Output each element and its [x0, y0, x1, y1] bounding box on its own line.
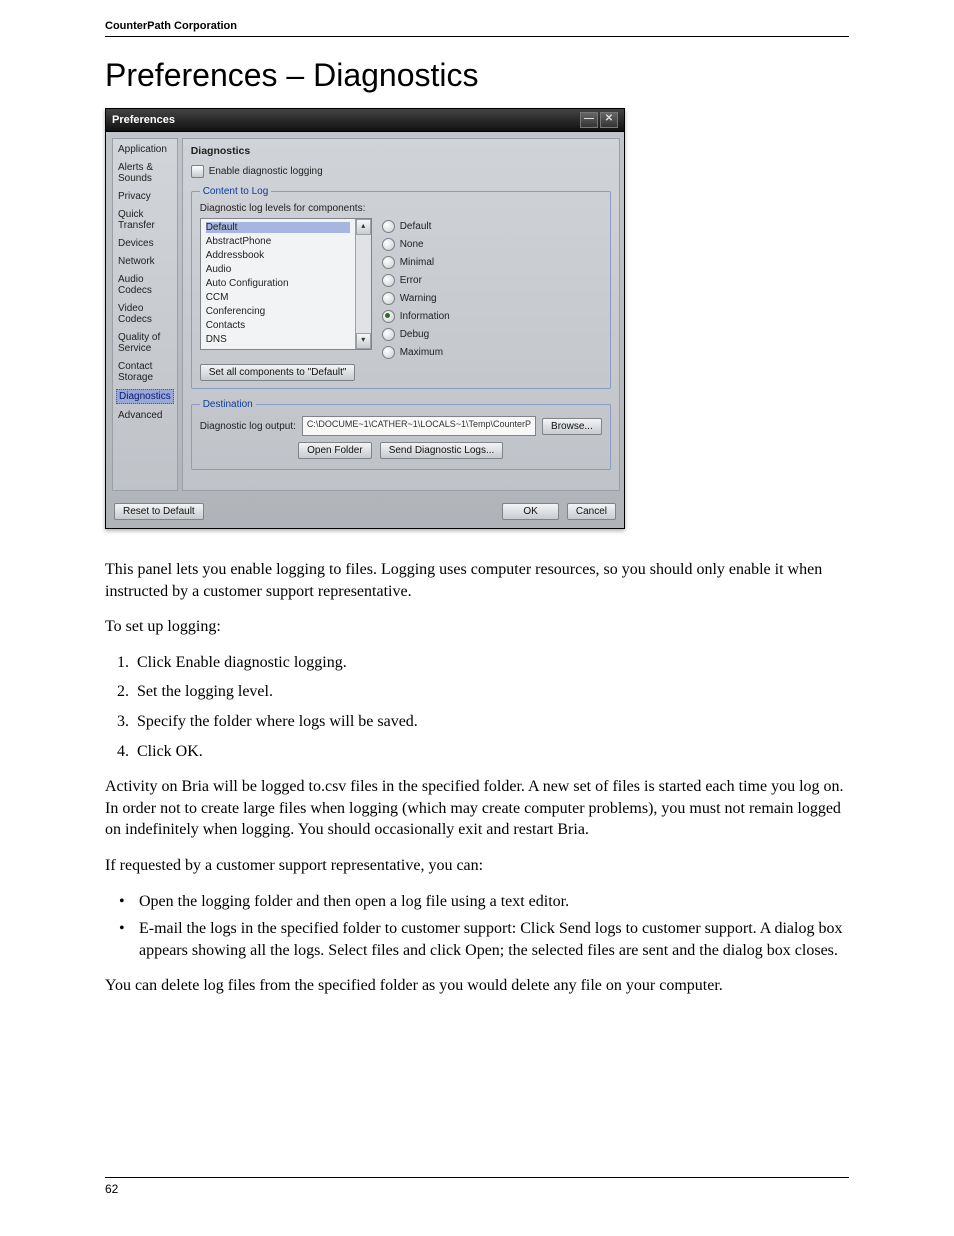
radio-icon	[382, 292, 395, 305]
log-level-radios: Default None Minimal Error Warning Informatio…	[382, 218, 450, 359]
log-level-maximum[interactable]: Maximum	[382, 346, 450, 359]
setup-steps-list: Click Enable diagnostic logging. Set the …	[105, 652, 849, 762]
scroll-up-icon[interactable]: ▴	[356, 219, 371, 235]
log-level-warning[interactable]: Warning	[382, 292, 450, 305]
sidebar-item-contact-storage[interactable]: Contact Storage	[116, 360, 174, 384]
page-title: Preferences – Diagnostics	[105, 57, 849, 94]
checkbox-icon	[191, 165, 204, 178]
doc-header: CounterPath Corporation	[105, 20, 849, 37]
component-item[interactable]: Default	[206, 222, 350, 233]
log-level-default[interactable]: Default	[382, 220, 450, 233]
log-level-label: Maximum	[400, 347, 443, 358]
browse-button[interactable]: Browse...	[542, 418, 602, 435]
log-level-label: Debug	[400, 329, 429, 340]
component-item[interactable]: Conferencing	[206, 306, 350, 317]
open-folder-button[interactable]: Open Folder	[298, 442, 372, 459]
scroll-down-icon[interactable]: ▾	[356, 333, 371, 349]
step-item: Click OK.	[133, 741, 849, 763]
bullet-item: E-mail the logs in the specified folder …	[117, 918, 849, 961]
bullet-item: Open the logging folder and then open a …	[117, 891, 849, 913]
enable-logging-label: Enable diagnostic logging	[209, 166, 323, 177]
sidebar-item-alerts-sounds[interactable]: Alerts & Sounds	[116, 161, 174, 185]
content-to-log-legend: Content to Log	[200, 186, 272, 197]
log-level-label: Error	[400, 275, 422, 286]
sidebar-item-network[interactable]: Network	[116, 255, 174, 268]
minimize-icon[interactable]: —	[580, 112, 598, 128]
dialog-footer: Reset to Default OK Cancel	[106, 497, 624, 528]
preferences-window: Preferences — ✕ Application Alerts & Soun…	[105, 108, 625, 529]
destination-legend: Destination	[200, 399, 256, 410]
close-icon[interactable]: ✕	[600, 112, 618, 128]
sidebar-item-devices[interactable]: Devices	[116, 237, 174, 250]
radio-icon	[382, 256, 395, 269]
component-item[interactable]: Addressbook	[206, 250, 350, 261]
component-item[interactable]: AbstractPhone	[206, 236, 350, 247]
log-level-error[interactable]: Error	[382, 274, 450, 287]
output-path-input[interactable]: C:\DOCUME~1\CATHER~1\LOCALS~1\Temp\Count…	[302, 416, 536, 436]
page-footer: 62	[105, 1177, 849, 1196]
support-bullets: Open the logging folder and then open a …	[105, 891, 849, 962]
window-titlebar: Preferences — ✕	[106, 109, 624, 132]
log-level-label: Information	[400, 311, 450, 322]
set-all-default-button[interactable]: Set all components to "Default"	[200, 364, 356, 381]
para-activity: Activity on Bria will be logged to.csv f…	[105, 776, 849, 841]
log-level-debug[interactable]: Debug	[382, 328, 450, 341]
para-support-heading: If requested by a customer support repre…	[105, 855, 849, 877]
destination-group: Destination Diagnostic log output: C:\DO…	[191, 399, 611, 470]
output-path-label: Diagnostic log output:	[200, 421, 296, 432]
step-item: Click Enable diagnostic logging.	[133, 652, 849, 674]
sidebar-item-quick-transfer[interactable]: Quick Transfer	[116, 208, 174, 232]
para-delete: You can delete log files from the specif…	[105, 975, 849, 997]
component-item[interactable]: Auto Configuration	[206, 278, 350, 289]
log-level-label: Warning	[400, 293, 437, 304]
preferences-sidebar: Application Alerts & Sounds Privacy Quick T…	[112, 138, 178, 491]
radio-icon	[382, 328, 395, 341]
window-title: Preferences	[112, 114, 175, 126]
components-listbox[interactable]: Default AbstractPhone Addressbook Audio Auto…	[200, 218, 372, 350]
para-setup-heading: To set up logging:	[105, 616, 849, 638]
send-logs-button[interactable]: Send Diagnostic Logs...	[380, 442, 504, 459]
levels-caption: Diagnostic log levels for components:	[200, 203, 602, 214]
page-number: 62	[105, 1182, 118, 1196]
component-item[interactable]: DNS	[206, 334, 350, 345]
sidebar-item-audio-codecs[interactable]: Audio Codecs	[116, 273, 174, 297]
ok-button[interactable]: OK	[502, 503, 558, 520]
panel-title: Diagnostics	[191, 145, 611, 157]
enable-logging-checkbox[interactable]: Enable diagnostic logging	[191, 165, 611, 178]
component-item[interactable]: Contacts	[206, 320, 350, 331]
listbox-scrollbar[interactable]: ▴ ▾	[355, 219, 371, 349]
log-level-label: None	[400, 239, 424, 250]
company-name: CounterPath Corporation	[105, 20, 237, 32]
reset-default-button[interactable]: Reset to Default	[114, 503, 204, 520]
sidebar-item-diagnostics[interactable]: Diagnostics	[116, 389, 174, 404]
sidebar-item-advanced[interactable]: Advanced	[116, 409, 174, 422]
log-level-label: Minimal	[400, 257, 434, 268]
radio-icon	[382, 310, 395, 323]
para-intro: This panel lets you enable logging to fi…	[105, 559, 849, 602]
cancel-button[interactable]: Cancel	[567, 503, 616, 520]
radio-icon	[382, 346, 395, 359]
radio-icon	[382, 274, 395, 287]
sidebar-item-privacy[interactable]: Privacy	[116, 190, 174, 203]
sidebar-item-video-codecs[interactable]: Video Codecs	[116, 302, 174, 326]
step-item: Set the logging level.	[133, 681, 849, 703]
radio-icon	[382, 220, 395, 233]
log-level-none[interactable]: None	[382, 238, 450, 251]
log-level-label: Default	[400, 221, 432, 232]
sidebar-item-quality-of-service[interactable]: Quality of Service	[116, 331, 174, 355]
sidebar-item-application[interactable]: Application	[116, 143, 174, 156]
component-item[interactable]: CCM	[206, 292, 350, 303]
radio-icon	[382, 238, 395, 251]
component-item[interactable]: Audio	[206, 264, 350, 275]
log-level-minimal[interactable]: Minimal	[382, 256, 450, 269]
step-item: Specify the folder where logs will be sa…	[133, 711, 849, 733]
content-to-log-group: Content to Log Diagnostic log levels for…	[191, 186, 611, 389]
log-level-information[interactable]: Information	[382, 310, 450, 323]
